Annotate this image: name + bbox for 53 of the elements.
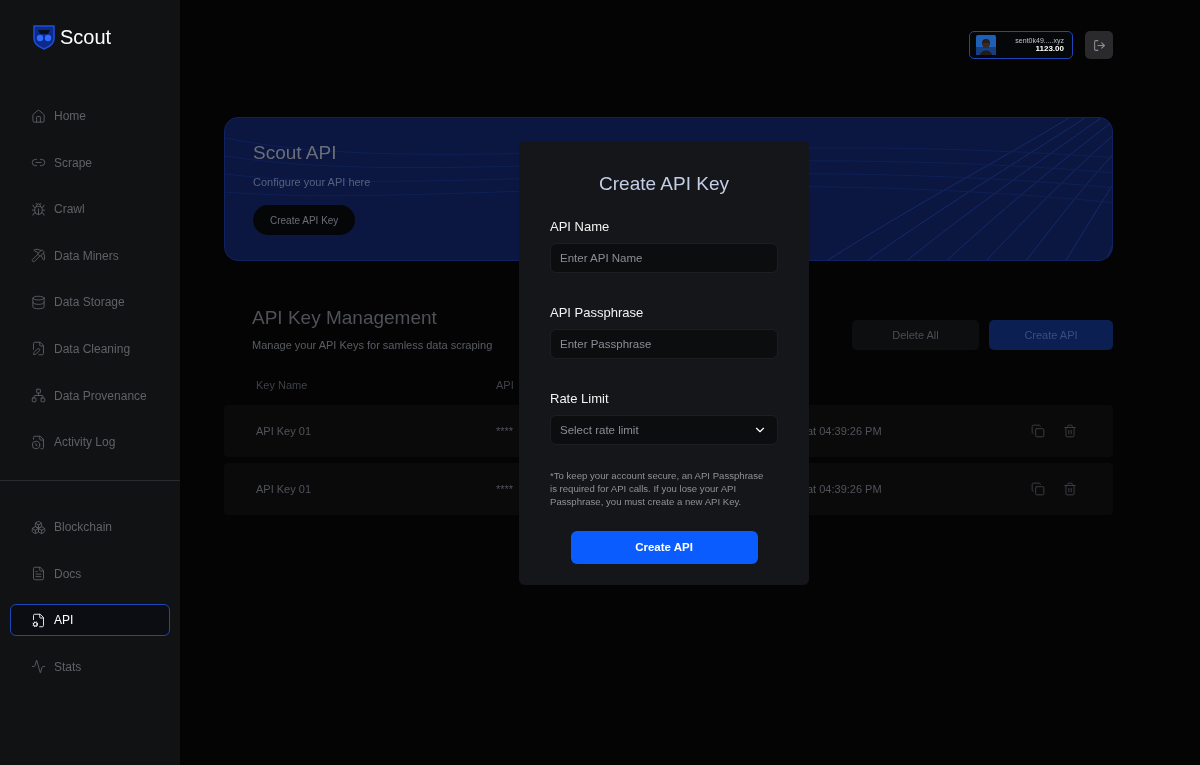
pickaxe-icon: [31, 248, 46, 264]
copy-icon[interactable]: [1031, 424, 1045, 438]
banner-title: Scout API: [253, 142, 337, 164]
submit-button[interactable]: Create API: [570, 530, 758, 564]
section-title: API Key Management: [252, 307, 438, 329]
logout-button[interactable]: [1085, 31, 1113, 59]
file-pen-icon: [31, 341, 46, 357]
sidebar-item[interactable]: API: [10, 604, 170, 637]
dialog-title: Create API Key: [598, 173, 730, 195]
table-cell: ****: [496, 425, 514, 437]
field-label: Rate Limit: [550, 391, 610, 406]
copy-icon[interactable]: [1031, 482, 1045, 496]
sidebar-item[interactable]: Data Storage: [10, 286, 170, 319]
field-label: API Name: [550, 219, 611, 234]
delete-all-button[interactable]: Delete All: [852, 320, 979, 350]
file-gear-icon: [31, 612, 46, 628]
column-header: Key Name: [256, 379, 309, 391]
sidebar-item[interactable]: Scrape: [10, 146, 170, 179]
column-header: API: [496, 379, 515, 391]
trash-icon[interactable]: [1063, 424, 1077, 438]
create-key-button[interactable]: Create API Key: [253, 205, 356, 235]
sidebar-item[interactable]: Docs: [10, 557, 170, 590]
sidebar-item[interactable]: Activity Log: [10, 426, 170, 459]
database-icon: [31, 294, 46, 310]
logout-icon: [1092, 38, 1106, 52]
logo-text: Scout: [60, 25, 112, 49]
input-field[interactable]: Enter API Name: [550, 243, 778, 273]
bug-icon: [31, 201, 46, 217]
sidebar-item[interactable]: Home: [10, 100, 170, 132]
note-text: *To keep your account secure, an API Passphrase is required for API calls. If you lose your API Passphrase, you must create a new API Key.: [550, 469, 765, 509]
table-cell: ****: [496, 483, 514, 495]
sidebar-item[interactable]: Blockchain: [10, 511, 170, 544]
table-cell: API Key 01: [256, 425, 312, 437]
file-clock-icon: [31, 434, 46, 450]
section-subtitle: Manage your API Keys for samless data scraping: [252, 339, 493, 351]
table-cell: API Key 01: [256, 483, 312, 495]
input-field[interactable]: Enter Passphrase: [550, 329, 778, 359]
network-icon: [31, 388, 46, 404]
field-label: API Passphrase: [550, 305, 645, 320]
document-icon: [31, 566, 46, 582]
sidebar-item[interactable]: Data Cleaning: [10, 332, 170, 365]
sidebar-item[interactable]: Stats: [10, 650, 170, 683]
trash-icon[interactable]: [1063, 482, 1077, 496]
banner-subtitle: Configure your API here: [253, 176, 371, 188]
sidebar-item[interactable]: Data Provenance: [10, 379, 170, 412]
boxes-icon: [31, 519, 46, 535]
select-field[interactable]: Select rate limit: [550, 415, 778, 445]
balance: 1123.00: [1035, 44, 1064, 53]
home-icon: [31, 108, 46, 124]
sidebar-item[interactable]: Data Miners: [10, 239, 170, 272]
sidebar-item[interactable]: Crawl: [10, 193, 170, 226]
shield-logo-icon: [32, 24, 56, 50]
pulse-icon: [31, 659, 46, 675]
